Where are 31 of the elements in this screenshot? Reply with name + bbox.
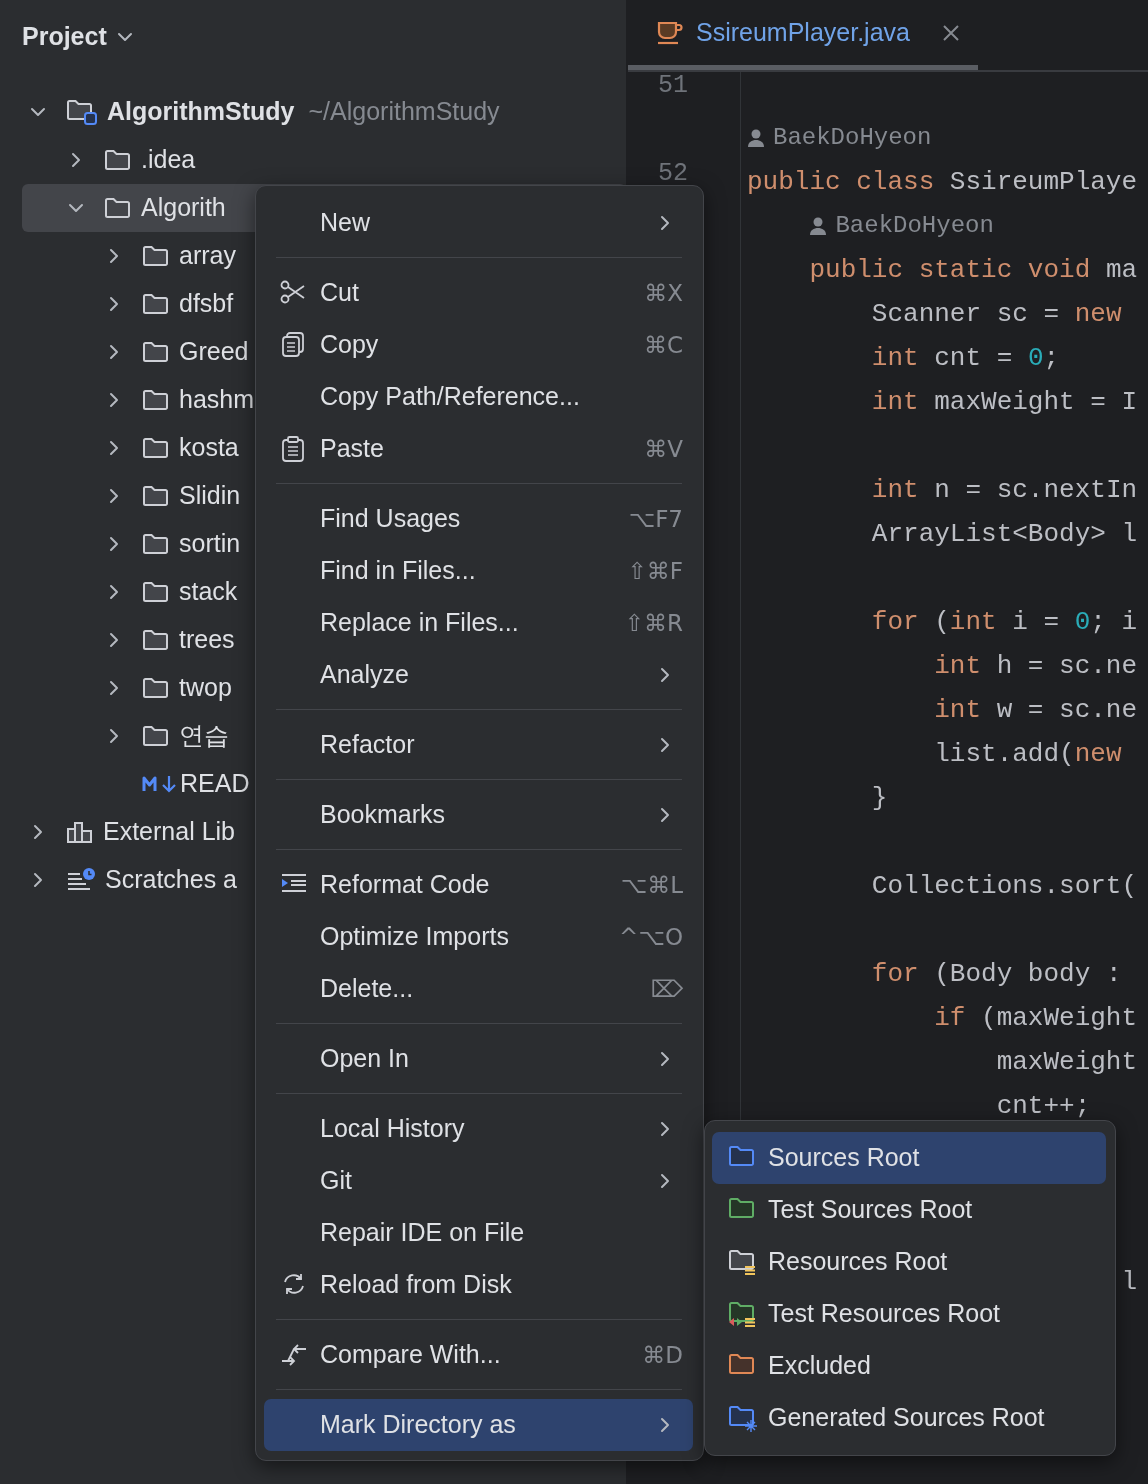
shortcut-hint: ⌘X	[644, 278, 683, 308]
code-line: int cnt = 0;	[871, 342, 1060, 375]
shortcut-hint: ^⌥O	[619, 922, 683, 952]
code-line: }	[871, 782, 888, 815]
code-line: l	[1121, 1266, 1138, 1299]
shortcut-hint: ⇧⌘R	[624, 608, 683, 638]
code-line: ArrayList<Body> l	[871, 518, 1138, 551]
code-line: for (int i = 0; i	[871, 606, 1138, 639]
code-line: Collections.sort(	[871, 870, 1138, 903]
code-line: int n = sc.nextIn	[871, 474, 1138, 507]
shortcut-hint: ⌘C	[643, 330, 683, 360]
shortcut-hint: ⌥⌘L	[620, 870, 683, 900]
code-line: int w = sc.ne	[934, 694, 1138, 727]
shortcut-hint: ⌦	[650, 974, 683, 1004]
line-number: 51	[658, 72, 688, 98]
code-line: int h = sc.ne	[934, 650, 1138, 683]
code-line: cnt++;	[996, 1090, 1091, 1123]
code-line: if (maxWeight	[934, 1002, 1138, 1035]
code-line: for (Body body :	[871, 958, 1122, 991]
panel-title: Project	[22, 21, 107, 53]
code-line: Scanner sc = new	[871, 298, 1122, 331]
code-line: list.add(new	[934, 738, 1122, 771]
code-line: maxWeight	[996, 1046, 1138, 1079]
code-line: int maxWeight = I	[871, 386, 1138, 419]
shortcut-hint: ⌘D	[642, 1340, 683, 1370]
shortcut-hint: ⌘V	[644, 434, 683, 464]
code-line: public class SsireumPlaye	[747, 166, 1138, 199]
line-number: 52	[658, 160, 688, 186]
shortcut-hint: ⇧⌘F	[627, 556, 683, 586]
code-line: public static void ma	[809, 254, 1138, 287]
shortcut-hint: ⌥F7	[628, 504, 683, 534]
